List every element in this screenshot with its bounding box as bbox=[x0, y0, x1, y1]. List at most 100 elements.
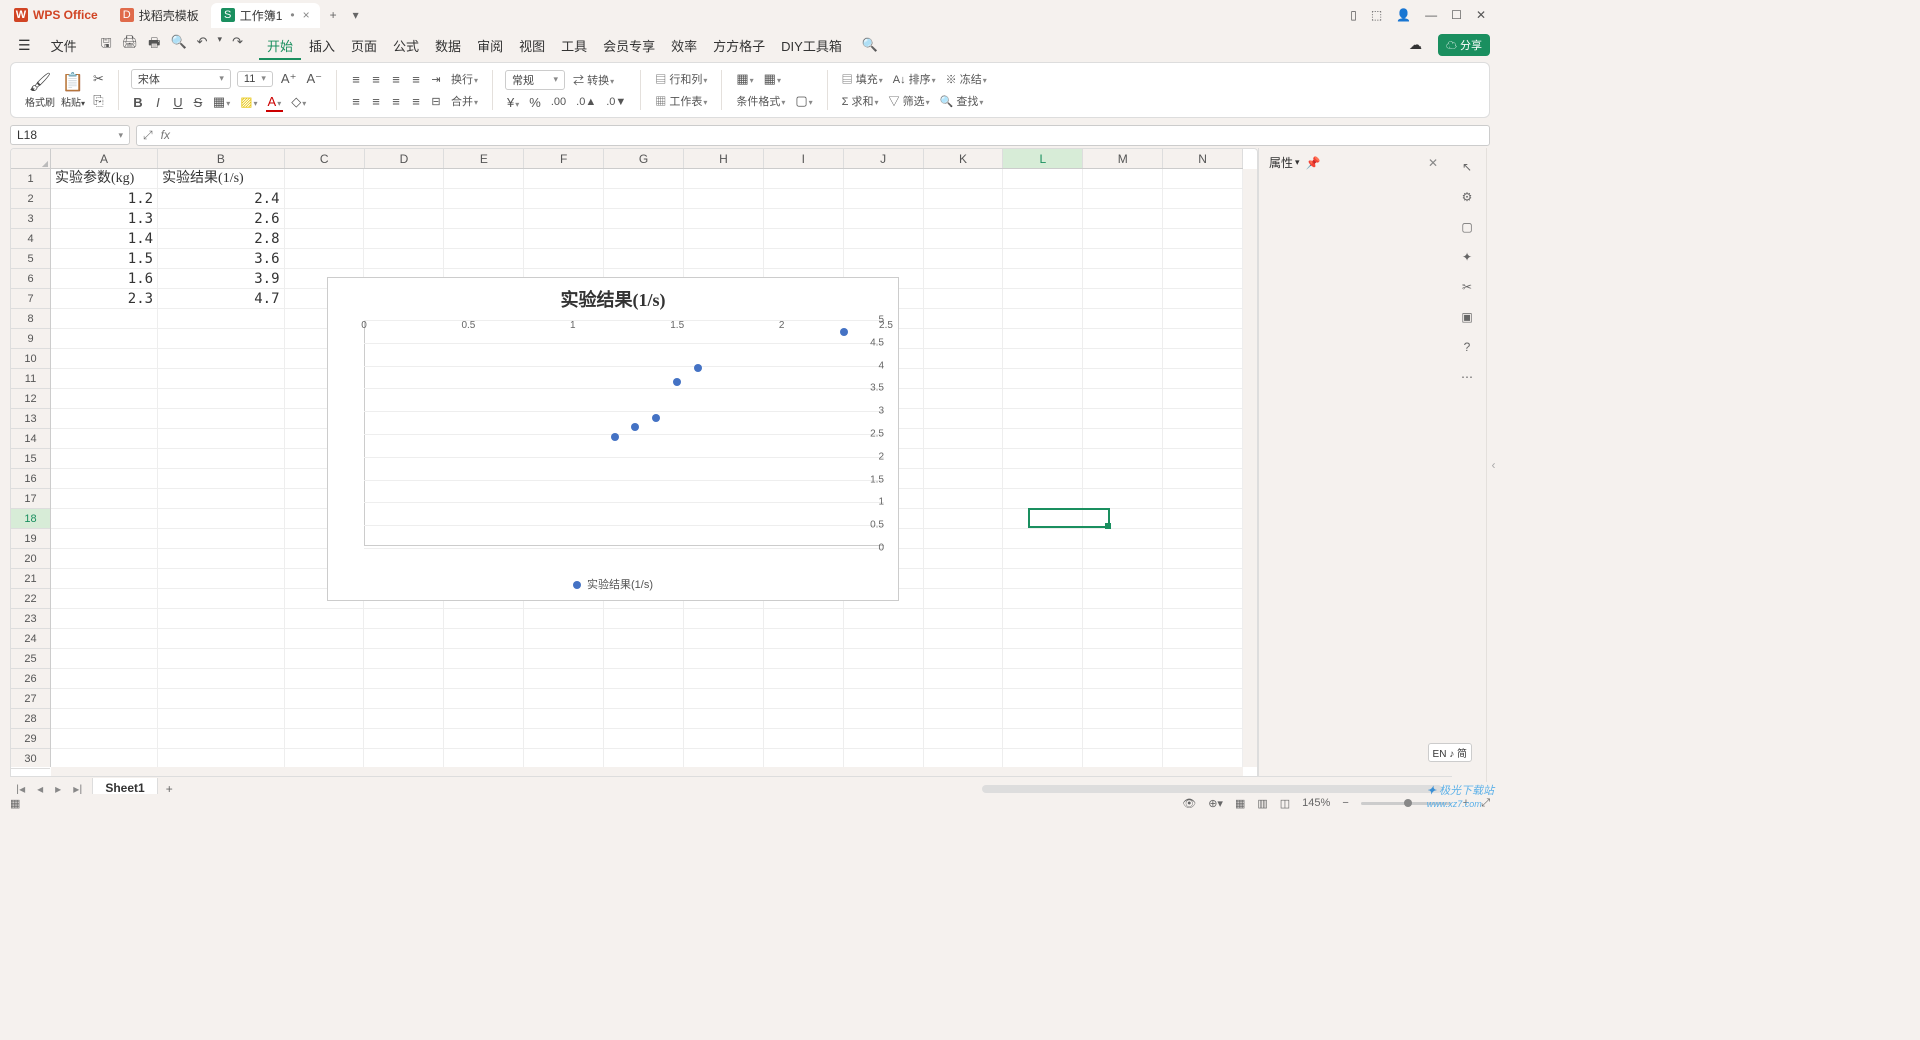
cell[interactable] bbox=[1003, 469, 1083, 489]
cell[interactable] bbox=[158, 609, 284, 629]
cell[interactable] bbox=[285, 709, 365, 729]
cell[interactable] bbox=[285, 169, 365, 189]
table-format-button[interactable]: ▦ bbox=[734, 70, 755, 88]
cell[interactable] bbox=[924, 629, 1004, 649]
row-header-7[interactable]: 7 bbox=[11, 289, 50, 309]
cell[interactable] bbox=[844, 709, 924, 729]
cell[interactable]: 3.6 bbox=[158, 249, 284, 269]
cell[interactable] bbox=[285, 249, 365, 269]
menu-tab-效率[interactable]: 效率 bbox=[663, 35, 705, 58]
cell[interactable] bbox=[1163, 489, 1243, 509]
cell[interactable] bbox=[1083, 409, 1163, 429]
cell[interactable] bbox=[158, 729, 284, 749]
cell[interactable] bbox=[764, 689, 844, 709]
cell[interactable] bbox=[364, 189, 444, 209]
cell[interactable] bbox=[1163, 649, 1243, 669]
cell[interactable] bbox=[51, 409, 158, 429]
cell[interactable] bbox=[158, 589, 284, 609]
row-header-28[interactable]: 28 bbox=[11, 709, 50, 729]
cell[interactable] bbox=[364, 649, 444, 669]
cell[interactable] bbox=[1083, 689, 1163, 709]
align-bot-4[interactable]: ⊟ bbox=[429, 94, 443, 109]
cell[interactable] bbox=[684, 169, 764, 189]
cell[interactable] bbox=[844, 169, 924, 189]
cell[interactable] bbox=[764, 649, 844, 669]
status-mode-icon[interactable]: ▦ bbox=[10, 797, 20, 810]
cell[interactable] bbox=[51, 629, 158, 649]
cell[interactable] bbox=[1083, 349, 1163, 369]
percent-button[interactable]: % bbox=[527, 94, 543, 111]
cell[interactable] bbox=[1003, 289, 1083, 309]
cell[interactable] bbox=[285, 729, 365, 749]
row-header-10[interactable]: 10 bbox=[11, 349, 50, 369]
cell[interactable] bbox=[158, 369, 284, 389]
cell[interactable] bbox=[1083, 449, 1163, 469]
col-header-E[interactable]: E bbox=[444, 149, 524, 168]
row-header-19[interactable]: 19 bbox=[11, 529, 50, 549]
cell[interactable] bbox=[924, 709, 1004, 729]
cut-button[interactable]: ✂ bbox=[91, 70, 106, 88]
cell[interactable] bbox=[684, 629, 764, 649]
row-header-30[interactable]: 30 bbox=[11, 749, 50, 769]
cell[interactable] bbox=[684, 749, 764, 769]
cell[interactable] bbox=[51, 589, 158, 609]
row-header-22[interactable]: 22 bbox=[11, 589, 50, 609]
cell[interactable] bbox=[444, 729, 524, 749]
cell[interactable] bbox=[924, 649, 1004, 669]
cell[interactable] bbox=[1003, 229, 1083, 249]
cell[interactable] bbox=[1003, 589, 1083, 609]
align-bot-2[interactable]: ≡ bbox=[389, 93, 403, 110]
menu-tab-数据[interactable]: 数据 bbox=[427, 35, 469, 58]
cell[interactable] bbox=[1083, 709, 1163, 729]
cell[interactable] bbox=[684, 209, 764, 229]
formula-input[interactable]: ⤢ fx bbox=[136, 125, 1490, 146]
cell[interactable]: 1.3 bbox=[51, 209, 158, 229]
sheet-hscroll[interactable] bbox=[982, 785, 1442, 793]
cell[interactable] bbox=[844, 209, 924, 229]
cell[interactable] bbox=[1003, 749, 1083, 769]
vertical-scrollbar[interactable] bbox=[1243, 169, 1257, 767]
align-top-1[interactable]: ≡ bbox=[369, 71, 383, 88]
ime-badge[interactable]: EN ♪ 简 bbox=[1428, 743, 1472, 762]
cell[interactable]: 2.8 bbox=[158, 229, 284, 249]
view-grid-icon[interactable]: ⊕▾ bbox=[1208, 797, 1223, 810]
view-normal-icon[interactable]: ▦ bbox=[1235, 797, 1245, 810]
cell[interactable] bbox=[764, 249, 844, 269]
cell[interactable] bbox=[524, 209, 604, 229]
view-break-icon[interactable]: ◫ bbox=[1280, 797, 1290, 810]
cell[interactable] bbox=[924, 409, 1004, 429]
cell[interactable] bbox=[51, 549, 158, 569]
cell[interactable] bbox=[1163, 429, 1243, 449]
cell[interactable] bbox=[158, 709, 284, 729]
col-header-M[interactable]: M bbox=[1083, 149, 1163, 168]
layout-tool-icon[interactable]: ▢ bbox=[1461, 220, 1472, 234]
sort-button[interactable]: A↓ 排序 bbox=[891, 70, 938, 88]
cell[interactable] bbox=[524, 189, 604, 209]
row-header-16[interactable]: 16 bbox=[11, 469, 50, 489]
cell[interactable] bbox=[1003, 629, 1083, 649]
spreadsheet[interactable]: ABCDEFGHIJKLMN 1234567891011121314151617… bbox=[10, 148, 1258, 782]
cell[interactable] bbox=[51, 609, 158, 629]
cell[interactable] bbox=[924, 389, 1004, 409]
cell[interactable] bbox=[51, 569, 158, 589]
menu-tab-审阅[interactable]: 审阅 bbox=[469, 35, 511, 58]
align-top-2[interactable]: ≡ bbox=[389, 71, 403, 88]
cell[interactable] bbox=[158, 529, 284, 549]
cell[interactable] bbox=[1163, 409, 1243, 429]
cell[interactable] bbox=[364, 749, 444, 769]
cell[interactable] bbox=[604, 689, 684, 709]
cell[interactable] bbox=[684, 249, 764, 269]
align-bot-1[interactable]: ≡ bbox=[369, 93, 383, 110]
row-header-8[interactable]: 8 bbox=[11, 309, 50, 329]
new-tab-button[interactable]: + bbox=[322, 4, 345, 26]
cell[interactable] bbox=[924, 189, 1004, 209]
col-header-B[interactable]: B bbox=[158, 149, 285, 168]
cell[interactable] bbox=[1003, 489, 1083, 509]
menu-tab-开始[interactable]: 开始 bbox=[259, 35, 301, 60]
row-header-27[interactable]: 27 bbox=[11, 689, 50, 709]
cell[interactable] bbox=[1083, 209, 1163, 229]
cell[interactable] bbox=[604, 229, 684, 249]
cell[interactable] bbox=[444, 649, 524, 669]
row-header-4[interactable]: 4 bbox=[11, 229, 50, 249]
comma-button[interactable]: .00 bbox=[549, 95, 568, 109]
